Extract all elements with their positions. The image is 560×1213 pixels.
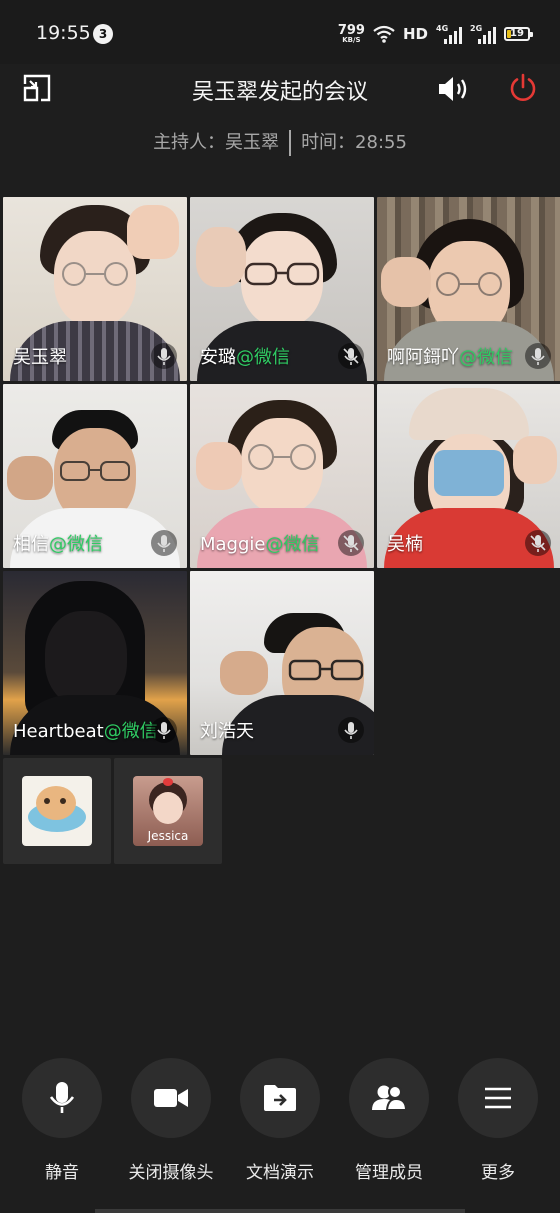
close-camera-label: 关闭摄像头 — [128, 1163, 214, 1183]
video-camera-icon — [154, 1089, 188, 1107]
more-label: 更多 — [481, 1163, 515, 1183]
status-time: 19:55 — [36, 22, 91, 44]
members-icon — [372, 1085, 408, 1111]
document-share-button[interactable]: 文档演示 — [230, 1058, 330, 1183]
participant-name: 相信@微信 — [13, 534, 103, 555]
meeting-timer: 时间：28:55 — [301, 132, 407, 153]
mute-label: 静音 — [45, 1163, 79, 1183]
microphone-icon — [49, 1082, 75, 1113]
video-tile[interactable]: 安璐@微信 — [190, 197, 374, 381]
participant-name: 吴楠 — [387, 534, 423, 555]
status-bar: 19:55 3 799 KB/S HD 4G 2G 19 — [0, 0, 560, 64]
mic-muted-icon — [151, 530, 177, 556]
divider — [289, 130, 292, 156]
battery-level: 19 — [510, 28, 524, 39]
avatar: Jessica — [133, 776, 203, 846]
wifi-icon — [373, 25, 395, 43]
mic-muted-icon — [525, 343, 551, 369]
more-button[interactable]: 更多 — [448, 1058, 548, 1183]
video-tile[interactable]: 相信@微信 — [3, 384, 187, 568]
meeting-title: 吴玉翠发起的会议 — [191, 80, 368, 105]
participant-name: 安璐@微信 — [200, 347, 290, 368]
mute-button[interactable]: 静音 — [12, 1058, 112, 1183]
mic-muted-icon — [338, 717, 364, 743]
participant-name: Heartbeat@微信 — [13, 721, 158, 742]
participant-name: 啊阿鎶吖@微信 — [387, 347, 513, 368]
video-tile[interactable]: Heartbeat@微信 — [3, 571, 187, 755]
participant-name: 吴玉翠 — [13, 347, 67, 368]
mic-muted-icon — [525, 530, 551, 556]
participant-name: 刘浩天 — [200, 721, 254, 742]
net-speed: 799 KB/S — [338, 24, 365, 44]
mic-muted-icon — [151, 717, 177, 743]
audio-participant-tile[interactable]: Jessica — [114, 758, 222, 864]
hd-indicator: HD — [402, 25, 428, 43]
video-tile[interactable]: 吴楠 — [377, 384, 560, 568]
power-icon[interactable] — [508, 73, 538, 103]
meeting-toolbar: 静音 关闭摄像头 文档演示 管理成员 更多 — [0, 1058, 560, 1213]
video-tile[interactable]: 刘浩天 — [190, 571, 374, 755]
speaker-icon[interactable] — [437, 74, 471, 104]
close-camera-button[interactable]: 关闭摄像头 — [121, 1058, 221, 1183]
avatar-label: Jessica — [147, 829, 189, 843]
video-tile[interactable]: 啊阿鎶吖@微信 — [377, 197, 560, 381]
notification-badge: 3 — [93, 24, 113, 44]
folder-share-icon — [264, 1085, 296, 1111]
menu-icon — [485, 1087, 511, 1109]
signal-2g-icon: 2G — [470, 24, 496, 44]
mic-muted-icon — [338, 343, 364, 369]
meeting-header: 吴玉翠发起的会议 主持人：吴玉翠 时间：28:55 — [0, 64, 560, 164]
participant-name: Maggie@微信 — [200, 534, 320, 555]
manage-members-label: 管理成员 — [355, 1163, 423, 1183]
document-share-label: 文档演示 — [246, 1163, 314, 1183]
home-indicator[interactable] — [95, 1209, 465, 1213]
mic-muted-icon — [151, 343, 177, 369]
net-speed-unit: KB/S — [342, 36, 361, 44]
audio-participant-tile[interactable] — [3, 758, 111, 864]
host-label: 主持人：吴玉翠 — [153, 132, 280, 153]
battery-icon: 19 — [504, 27, 533, 41]
video-tile[interactable]: 吴玉翠 — [3, 197, 187, 381]
signal-4g-icon: 4G — [436, 24, 462, 44]
status-icons: 799 KB/S HD 4G 2G 19 — [338, 22, 533, 46]
meeting-info: 主持人：吴玉翠 时间：28:55 — [0, 128, 560, 156]
avatar — [22, 776, 92, 846]
mic-muted-icon — [338, 530, 364, 556]
video-tile[interactable]: Maggie@微信 — [190, 384, 374, 568]
manage-members-button[interactable]: 管理成员 — [339, 1058, 439, 1183]
